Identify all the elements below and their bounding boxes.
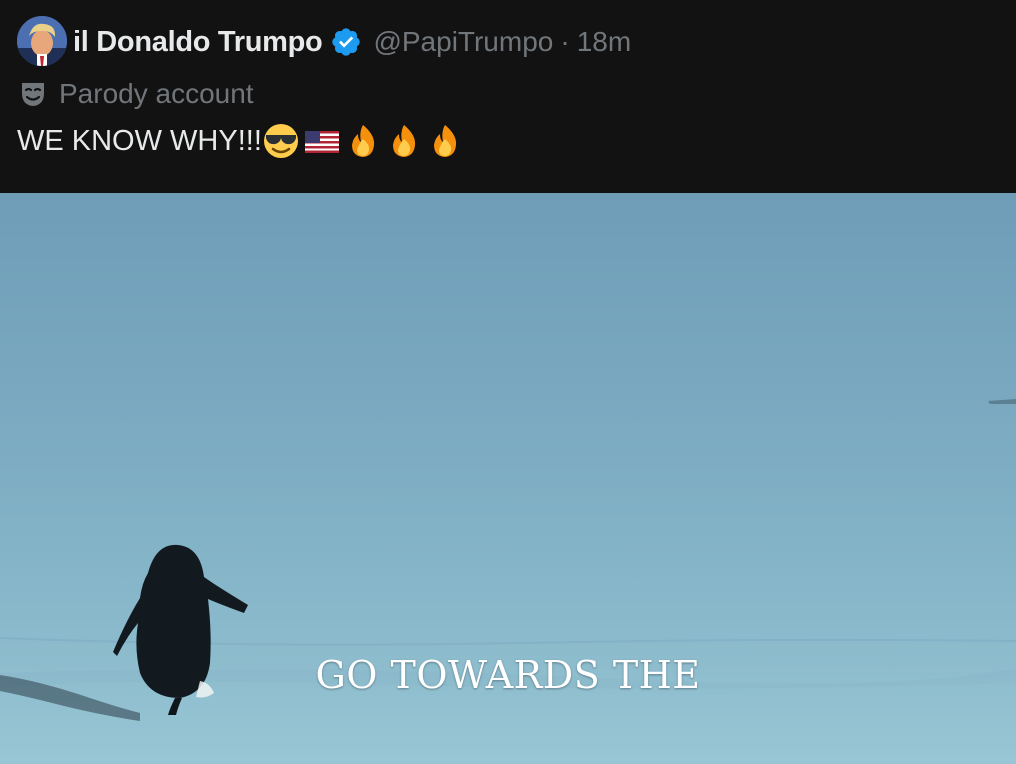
handle[interactable]: @PapiTrumpo — [373, 26, 553, 58]
parody-label: Parody account — [19, 76, 254, 112]
fire-icon — [392, 125, 415, 157]
separator: · — [560, 26, 570, 57]
tweet-text: WE KNOW WHY!!! — [17, 121, 463, 161]
theater-mask-icon — [22, 83, 44, 106]
us-flag-icon — [304, 131, 339, 153]
avatar[interactable] — [17, 16, 67, 66]
avatar-image — [17, 16, 67, 66]
display-name[interactable]: il Donaldo Trumpo — [73, 26, 323, 59]
tweet-text-body: WE KNOW WHY!!! — [17, 124, 262, 157]
tweet-header: il Donaldo Trumpo @PapiTrumpo · 18m Paro… — [0, 0, 1016, 193]
parody-label-text: Parody account — [59, 78, 254, 109]
fire-icon — [433, 125, 456, 157]
tweet[interactable]: il Donaldo Trumpo @PapiTrumpo · 18m Paro… — [0, 0, 1016, 764]
media-caption: GO TOWARDS THE — [315, 653, 701, 697]
fire-icon — [351, 125, 374, 157]
author-row: il Donaldo Trumpo @PapiTrumpo · 18m — [73, 22, 631, 62]
verified-badge-icon[interactable] — [330, 26, 362, 58]
smiling-face-with-sunglasses-icon — [263, 124, 298, 158]
tweet-media[interactable]: GO TOWARDS THE — [0, 193, 1016, 764]
timestamp[interactable]: 18m — [577, 26, 631, 58]
